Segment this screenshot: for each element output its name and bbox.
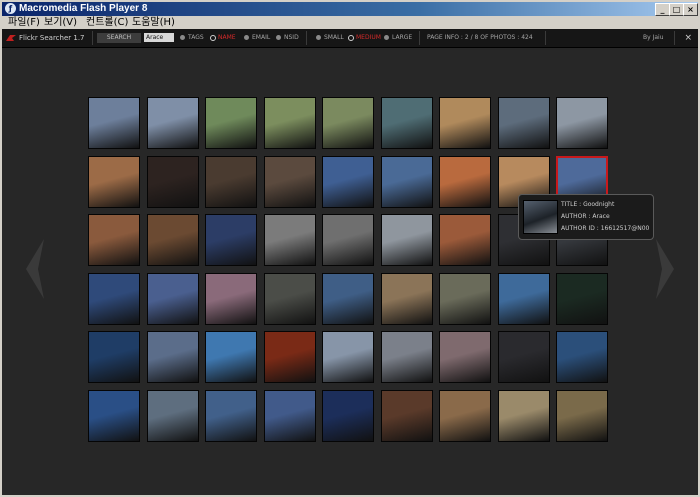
search-input[interactable] [144,33,174,42]
photo-thumbnail[interactable] [381,97,433,149]
photo-thumbnail[interactable] [264,331,316,383]
search-button[interactable]: SEARCH [97,33,141,43]
photo-thumbnail[interactable] [88,214,140,266]
option-small[interactable]: SMALL [324,29,344,47]
previous-page-arrow-icon[interactable] [22,237,46,301]
app-title: Flickr Searcher 1.7 [19,34,85,42]
tooltip-author: AUTHOR : Arace [561,213,610,220]
photo-thumbnail[interactable] [205,97,257,149]
maximize-button[interactable]: □ [669,3,684,16]
page-info: PAGE INFO : 2 / 8 OF PHOTOS : 424 [427,34,533,41]
flickr-searcher-logo-icon [6,35,16,41]
photo-thumbnail[interactable] [88,390,140,442]
app-toolbar: Flickr Searcher 1.7 SEARCH TAGS NAME EMA… [2,29,698,48]
photo-thumbnail[interactable] [264,273,316,325]
photo-thumbnail[interactable] [322,273,374,325]
radio-large[interactable] [384,35,389,40]
photo-thumbnail[interactable] [147,273,199,325]
option-nsid[interactable]: NSID [284,29,299,47]
menu-control[interactable]: 컨트롤(C) [86,16,128,30]
photo-thumbnail[interactable] [88,156,140,208]
photo-thumbnail[interactable] [88,273,140,325]
photo-thumbnail[interactable] [205,331,257,383]
title-bar[interactable]: ƒ Macromedia Flash Player 8 _ □ × [2,2,698,16]
photo-thumbnail[interactable] [322,214,374,266]
photo-thumbnail[interactable] [556,273,608,325]
radio-nsid[interactable] [276,35,281,40]
photo-thumbnail[interactable] [439,273,491,325]
close-button[interactable]: × [683,3,698,16]
photo-thumbnail[interactable] [381,214,433,266]
photo-thumbnail[interactable] [556,331,608,383]
next-page-arrow-icon[interactable] [654,237,678,301]
menu-bar: 파일(F) 보기(V) 컨트롤(C) 도움말(H) [0,16,700,30]
photo-thumbnail[interactable] [147,331,199,383]
photo-thumbnail[interactable] [322,97,374,149]
photo-thumbnail[interactable] [264,156,316,208]
photo-thumbnail[interactable] [205,156,257,208]
toolbar-divider [92,31,93,45]
photo-thumbnail[interactable] [205,214,257,266]
radio-small[interactable] [316,35,321,40]
photo-thumbnail[interactable] [556,97,608,149]
photo-thumbnail[interactable] [205,273,257,325]
option-email[interactable]: EMAIL [252,29,270,47]
menu-help[interactable]: 도움말(H) [132,16,175,30]
photo-thumbnail[interactable] [205,390,257,442]
photo-thumbnail[interactable] [88,97,140,149]
photo-thumbnail[interactable] [381,156,433,208]
photo-thumbnail[interactable] [381,331,433,383]
photo-thumbnail[interactable] [439,331,491,383]
tooltip-title: TITLE : Goodnight [561,201,615,208]
photo-thumbnail[interactable] [147,156,199,208]
menu-view[interactable]: 보기(V) [44,16,77,30]
photo-thumbnail[interactable] [498,331,550,383]
flash-stage: Flickr Searcher 1.7 SEARCH TAGS NAME EMA… [2,29,698,495]
toolbar-divider [545,31,546,45]
photo-thumbnail[interactable] [147,97,199,149]
radio-medium[interactable] [348,35,354,41]
photo-thumbnail[interactable] [439,156,491,208]
author-credit: By Jaiu [643,34,664,41]
photo-thumbnail[interactable] [322,390,374,442]
photo-thumbnail[interactable] [498,273,550,325]
option-large[interactable]: LARGE [392,29,412,47]
radio-name[interactable] [210,35,216,41]
radio-tags[interactable] [180,35,185,40]
photo-thumbnail[interactable] [322,156,374,208]
photo-thumbnail[interactable] [147,390,199,442]
photo-thumbnail[interactable] [147,214,199,266]
photo-thumbnail[interactable] [264,214,316,266]
photo-thumbnail[interactable] [322,331,374,383]
toolbar-divider [674,31,675,45]
photo-thumbnail[interactable] [439,390,491,442]
window-title: Macromedia Flash Player 8 [19,3,148,14]
photo-thumbnail[interactable] [264,390,316,442]
photo-thumbnail[interactable] [556,390,608,442]
minimize-button[interactable]: _ [655,3,670,16]
menu-file[interactable]: 파일(F) [8,16,40,30]
flash-player-window: ƒ Macromedia Flash Player 8 _ □ × 파일(F) … [0,0,700,497]
photo-thumbnail[interactable] [381,273,433,325]
flash-app-icon: ƒ [5,3,16,14]
photo-thumbnail[interactable] [498,390,550,442]
tooltip-thumbnail [523,200,558,234]
photo-thumbnail[interactable] [88,331,140,383]
option-medium[interactable]: MEDIUM [356,29,381,47]
photo-thumbnail[interactable] [439,97,491,149]
photo-thumbnail[interactable] [264,97,316,149]
photo-thumbnail[interactable] [439,214,491,266]
option-name[interactable]: NAME [218,29,236,47]
app-close-icon[interactable]: × [684,29,692,47]
option-tags[interactable]: TAGS [188,29,204,47]
radio-email[interactable] [244,35,249,40]
photo-info-tooltip: TITLE : Goodnight AUTHOR : Arace AUTHOR … [518,194,654,240]
photo-thumbnail[interactable] [498,97,550,149]
toolbar-divider [419,31,420,45]
photo-thumbnail[interactable] [381,390,433,442]
toolbar-divider [306,31,307,45]
tooltip-author-id: AUTHOR ID : 16612517@N00 [561,225,650,232]
